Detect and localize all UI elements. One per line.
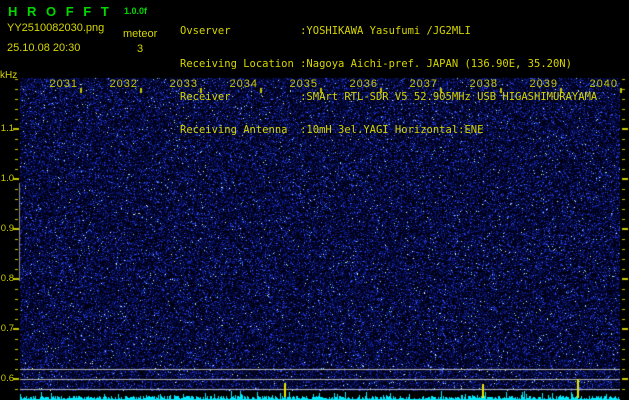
freq-tick-label: 0.8 xyxy=(0,273,14,284)
time-tick-label: 2040 xyxy=(589,78,618,90)
time-tick-label: 2039 xyxy=(529,78,558,90)
time-tick-label: 2035 xyxy=(289,78,318,90)
time-tick-label: 2037 xyxy=(409,78,438,90)
freq-tick-label: 1.0 xyxy=(0,173,14,184)
time-tick-label: 2034 xyxy=(229,78,258,90)
app-title: H R O F F T xyxy=(8,4,112,19)
antenna-line: Receiving Antenna :10mH 3el.YAGI Horizon… xyxy=(180,124,484,136)
freq-tick-label: 0.7 xyxy=(0,323,14,334)
hrofft-spectrogram-screen: H R O F F T 1.0.0f YY2510082030.png mete… xyxy=(0,0,629,400)
output-filename: YY2510082030.png xyxy=(7,22,105,34)
meteor-count: 3 xyxy=(137,43,144,55)
app-version: 1.0.0f xyxy=(124,6,148,16)
location-line: Receiving Location :Nagoya Aichi-pref. J… xyxy=(180,58,572,70)
time-tick-label: 2031 xyxy=(49,78,78,90)
khz-unit-label: kHz xyxy=(0,70,18,81)
time-tick-label: 2038 xyxy=(469,78,498,90)
time-tick-label: 2033 xyxy=(169,78,198,90)
freq-tick-label: 0.6 xyxy=(0,373,14,384)
observer-line: Ovserver :YOSHIKAWA Yasufumi /JG2MLI xyxy=(180,25,471,37)
freq-tick-label: 0.9 xyxy=(0,223,14,234)
mode-label: meteor xyxy=(123,28,158,40)
time-tick-label: 2032 xyxy=(109,78,138,90)
freq-tick-label: 1.1 xyxy=(0,123,14,134)
observation-datetime: 25.10.08 20:30 xyxy=(7,42,81,54)
receiver-line: Receiver :SMArt RTL-SDR V5 52.905MHz USB… xyxy=(180,91,598,103)
time-tick-label: 2036 xyxy=(349,78,378,90)
